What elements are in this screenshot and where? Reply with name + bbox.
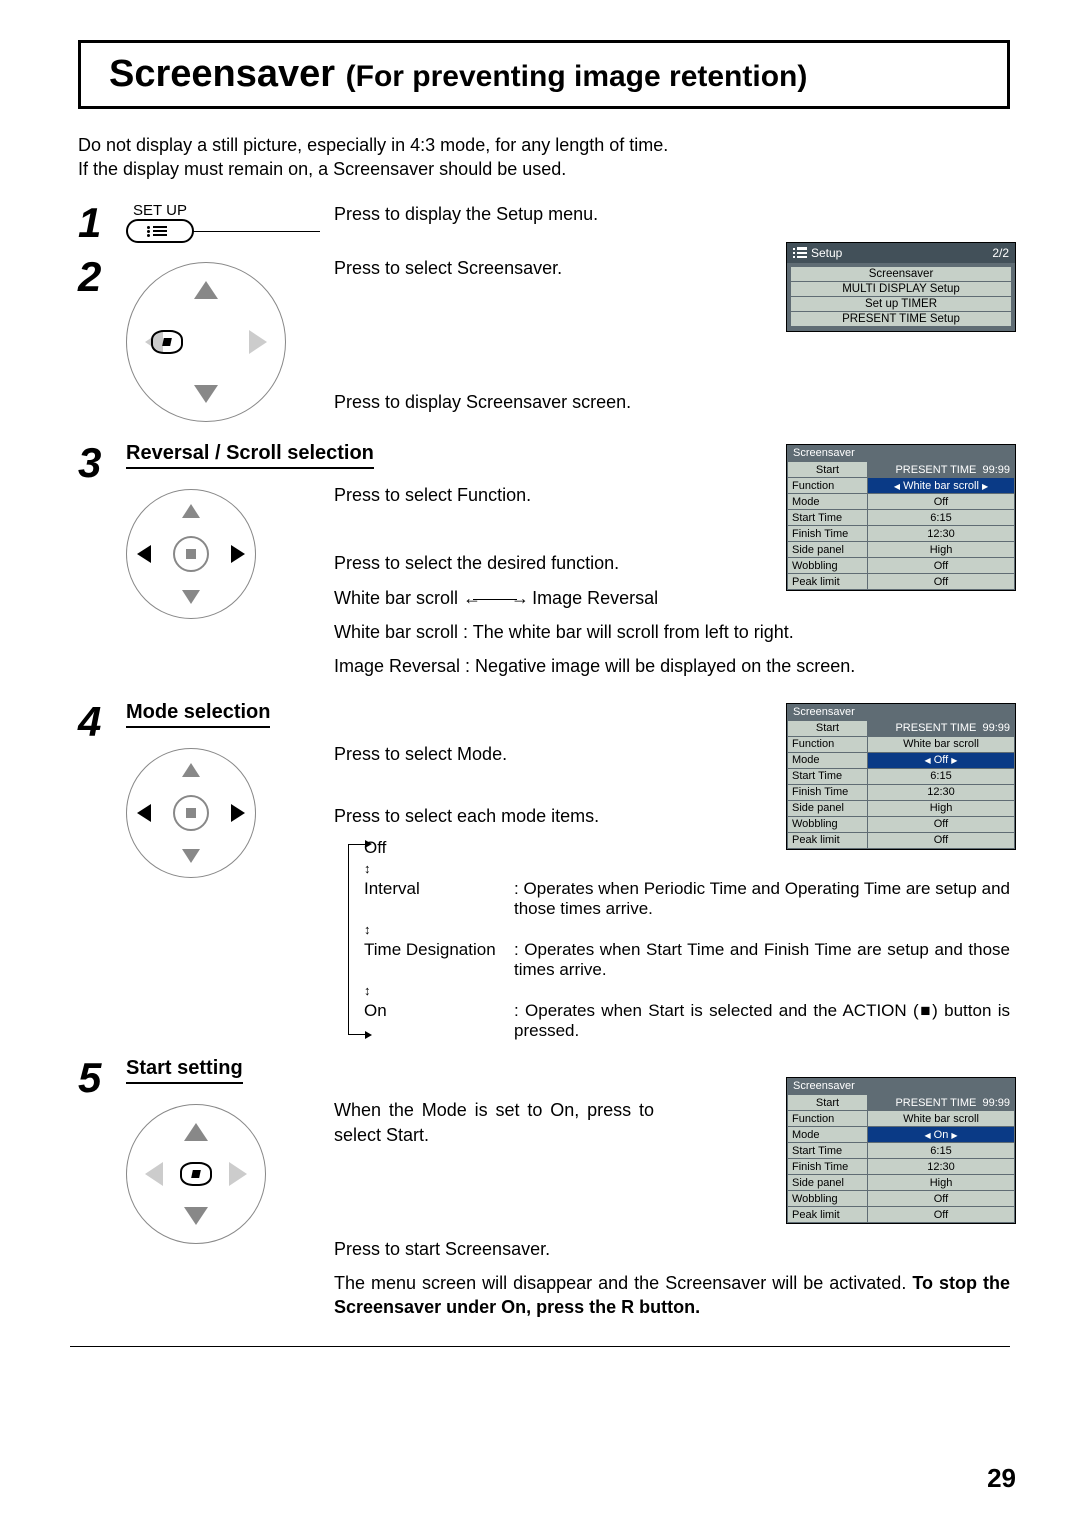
mode-on-desc: : Operates when Start is selected and th… — [514, 1001, 1010, 1041]
right-arrow-icon — [231, 545, 245, 563]
left-arrow-icon — [137, 545, 151, 563]
title-paren: (For preventing image retention) — [346, 60, 808, 93]
mode-cycle-diagram: Off ↕ Interval : Operates when Periodic … — [364, 838, 1010, 1041]
up-arrow-icon — [194, 281, 218, 299]
divider — [70, 1346, 1010, 1347]
ss-mode-value: ◀ Off ▶ — [868, 752, 1015, 768]
left-arrow-icon — [145, 1162, 163, 1186]
down-arrow-icon — [194, 385, 218, 403]
intro-text: Do not display a still picture, especial… — [78, 133, 1010, 182]
up-arrow-icon — [182, 763, 200, 777]
screensaver-menu-panel-4: Screensaver Start PRESENT TIME 99:99 Fun… — [786, 703, 1016, 850]
step-number-2: 2 — [78, 256, 126, 425]
page-title-box: Screensaver (For preventing image retent… — [78, 40, 1010, 109]
left-arrow-icon — [137, 804, 151, 822]
setup-button-icon — [126, 219, 194, 243]
step3-heading: Reversal / Scroll selection — [126, 442, 374, 469]
step3-note-b: Image Reversal : Negative image will be … — [334, 654, 1010, 678]
mode-timedes-desc: : Operates when Start Time and Finish Ti… — [514, 940, 1010, 980]
bidirectional-arrow-icon — [463, 586, 527, 610]
remote-navpad-icon — [126, 748, 256, 878]
step-number-1: 1 — [78, 202, 126, 244]
mode-on: On — [364, 1001, 514, 1021]
action-button-icon — [173, 795, 209, 831]
step5-heading: Start setting — [126, 1057, 243, 1084]
step5-text1: When the Mode is set to On, press to sel… — [334, 1098, 654, 1147]
remote-navpad-icon — [126, 262, 286, 422]
setup-button-label: SET UP — [126, 202, 194, 219]
step4-heading: Mode selection — [126, 701, 270, 728]
page-title: Screensaver (For preventing image retent… — [109, 53, 979, 96]
screensaver-menu-panel-5: Screensaver Start PRESENT TIME 99:99 Fun… — [786, 1077, 1016, 1224]
mode-time-designation: Time Designation — [364, 940, 514, 960]
ss-title: Screensaver — [787, 445, 1015, 461]
mode-interval: Interval — [364, 879, 514, 899]
remote-navpad-icon — [126, 489, 256, 619]
updown-arrow-icon: ↕ — [364, 923, 371, 936]
page-number: 29 — [987, 1463, 1016, 1494]
step5-text2: Press to start Screensaver. — [334, 1237, 1010, 1261]
screensaver-menu-panel-3: Screensaver Start PRESENT TIME 99:99 Fun… — [786, 444, 1016, 591]
down-arrow-icon — [182, 590, 200, 604]
ss-start-label: Start — [788, 462, 868, 478]
step2-text1: Press to select Screensaver. — [334, 256, 1010, 280]
updown-arrow-icon: ↕ — [364, 984, 371, 997]
ss-function-value: ◀ White bar scroll ▶ — [868, 478, 1015, 494]
step-number-3: 3 — [78, 442, 126, 688]
action-button-icon — [180, 1162, 212, 1186]
intro-line1: Do not display a still picture, especial… — [78, 135, 668, 155]
action-button-icon — [173, 536, 209, 572]
right-arrow-icon — [231, 804, 245, 822]
intro-line2: If the display must remain on, a Screens… — [78, 159, 566, 179]
remote-navpad-icon — [126, 1104, 266, 1244]
action-button-icon — [151, 330, 183, 354]
step3-note-a: White bar scroll : The white bar will sc… — [334, 620, 1010, 644]
step5-text3: The menu screen will disappear and the S… — [334, 1271, 1010, 1320]
up-arrow-icon — [182, 504, 200, 518]
right-arrow-icon — [249, 330, 267, 354]
updown-arrow-icon: ↕ — [364, 862, 371, 875]
ss-mode-value: ◀ On ▶ — [868, 1127, 1015, 1143]
down-arrow-icon — [184, 1207, 208, 1225]
step1-text: Press to display the Setup menu. — [334, 202, 1010, 226]
step-number-4: 4 — [78, 701, 126, 1046]
step2-text2: Press to display Screensaver screen. — [334, 390, 1010, 414]
right-arrow-icon — [229, 1162, 247, 1186]
step-number-5: 5 — [78, 1057, 126, 1329]
down-arrow-icon — [182, 849, 200, 863]
up-arrow-icon — [184, 1123, 208, 1141]
mode-interval-desc: : Operates when Periodic Time and Operat… — [514, 879, 1010, 919]
mode-off: Off — [364, 838, 514, 858]
title-main: Screensaver — [109, 53, 335, 95]
